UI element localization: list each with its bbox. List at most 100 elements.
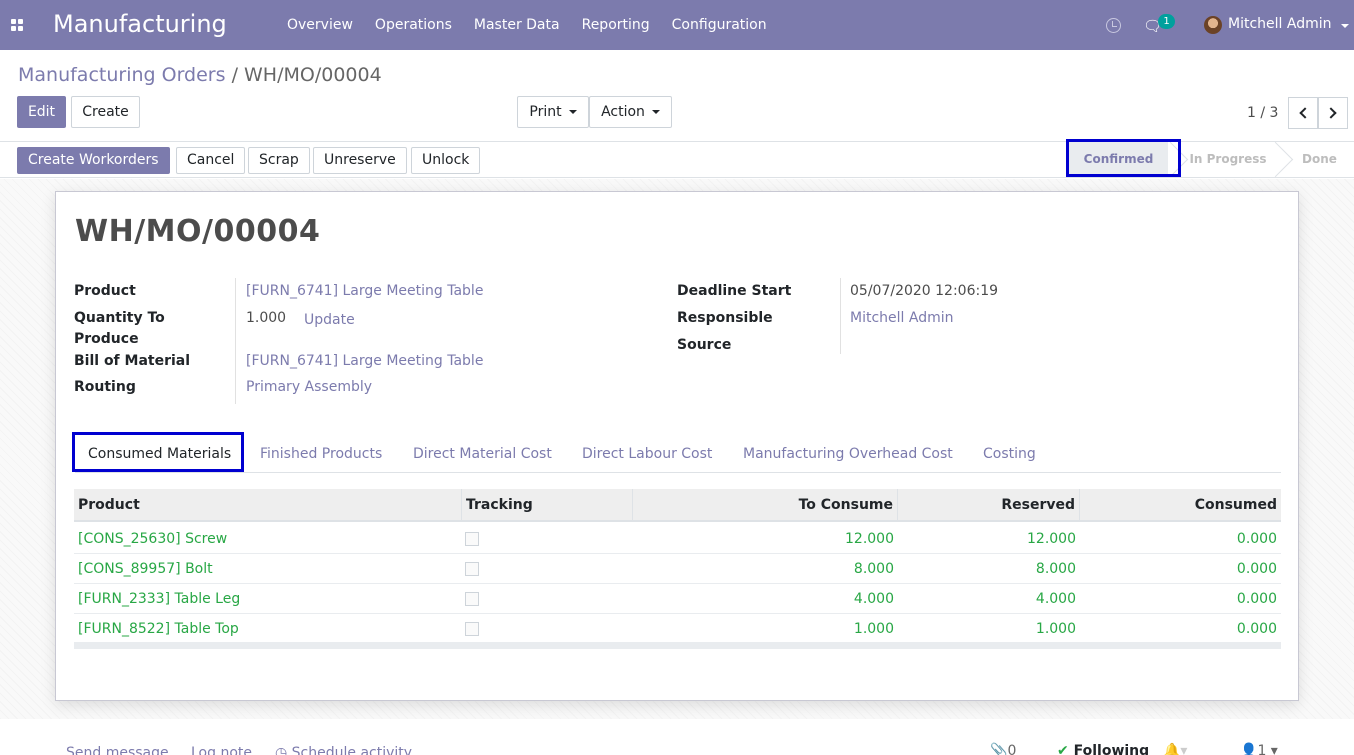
scrap-button[interactable]: Scrap bbox=[248, 147, 310, 174]
pager-previous-button[interactable] bbox=[1288, 97, 1318, 129]
responsible-field[interactable]: Mitchell Admin bbox=[850, 308, 954, 329]
table-row[interactable]: [CONS_25630] Screw 12.000 12.000 0.000 bbox=[74, 524, 1281, 554]
schedule-activity-label: Schedule activity bbox=[291, 745, 413, 755]
deadline-start-label: Deadline Start bbox=[677, 283, 792, 299]
table-row[interactable]: [FURN_8522] Table Top 1.000 1.000 0.000 bbox=[74, 614, 1281, 644]
product-label: Product bbox=[74, 283, 136, 299]
row-product[interactable]: [FURN_8522] Table Top bbox=[74, 614, 462, 644]
unlock-button[interactable]: Unlock bbox=[411, 147, 481, 174]
create-button[interactable]: Create bbox=[71, 96, 140, 128]
notifications-bell-icon[interactable]: 🔔▾ bbox=[1163, 743, 1187, 755]
row-consumed: 0.000 bbox=[1236, 531, 1277, 547]
row-consumed: 0.000 bbox=[1236, 621, 1277, 637]
stage-separator bbox=[1168, 142, 1182, 177]
breadcrumb: Manufacturing Orders / WH/MO/00004 bbox=[18, 64, 382, 86]
tab-consumed-materials[interactable]: Consumed Materials bbox=[88, 435, 231, 473]
unreserve-button[interactable]: Unreserve bbox=[313, 147, 407, 174]
stage-separator bbox=[1273, 142, 1287, 177]
routing-label: Routing bbox=[74, 379, 136, 395]
quantity-label-line1: Quantity To bbox=[74, 310, 165, 326]
row-product[interactable]: [CONS_89957] Bolt bbox=[74, 554, 462, 584]
field-divider bbox=[840, 278, 841, 354]
action-dropdown[interactable]: Action bbox=[589, 96, 672, 128]
log-note-button[interactable]: Log note bbox=[191, 745, 252, 755]
app-title[interactable]: Manufacturing bbox=[53, 10, 227, 38]
print-dropdown[interactable]: Print bbox=[517, 96, 589, 128]
breadcrumb-separator: / bbox=[231, 64, 238, 86]
deadline-start-value: 05/07/2020 12:06:19 bbox=[850, 283, 999, 299]
user-icon: 👤 bbox=[1240, 743, 1258, 755]
breadcrumb-manufacturing-orders[interactable]: Manufacturing Orders bbox=[18, 64, 226, 86]
user-menu-caret-icon[interactable] bbox=[1341, 24, 1349, 28]
menu-configuration[interactable]: Configuration bbox=[661, 0, 778, 50]
edit-button[interactable]: Edit bbox=[17, 96, 66, 128]
tracking-checkbox bbox=[465, 622, 479, 636]
column-header-product[interactable]: Product bbox=[74, 489, 462, 522]
activities-clock-icon[interactable] bbox=[1106, 18, 1121, 33]
cancel-button[interactable]: Cancel bbox=[176, 147, 246, 174]
attachments-button[interactable]: 📎0 bbox=[990, 743, 1016, 755]
routing-field[interactable]: Primary Assembly bbox=[246, 377, 372, 398]
pager-next-button[interactable] bbox=[1318, 97, 1348, 129]
row-to-consume: 4.000 bbox=[853, 591, 894, 607]
print-label: Print bbox=[529, 104, 562, 120]
row-reserved: 1.000 bbox=[1035, 621, 1076, 637]
quantity-label-line2: Produce bbox=[74, 331, 139, 347]
caret-down-icon bbox=[651, 110, 660, 114]
column-header-tracking[interactable]: Tracking bbox=[462, 489, 633, 522]
row-reserved: 4.000 bbox=[1035, 591, 1076, 607]
tab-costing[interactable]: Costing bbox=[983, 435, 1036, 473]
menu-reporting[interactable]: Reporting bbox=[571, 0, 661, 50]
bom-field[interactable]: [FURN_6741] Large Meeting Table bbox=[246, 351, 483, 372]
user-menu-name[interactable]: Mitchell Admin bbox=[1228, 16, 1332, 32]
menu-overview[interactable]: Overview bbox=[276, 0, 364, 50]
table-footer bbox=[74, 642, 1281, 649]
menu-operations[interactable]: Operations bbox=[364, 0, 463, 50]
menu-master-data[interactable]: Master Data bbox=[463, 0, 571, 50]
column-header-reserved[interactable]: Reserved bbox=[898, 489, 1080, 522]
apps-menu-icon[interactable] bbox=[11, 19, 24, 32]
pager-value[interactable]: 1 / 3 bbox=[1247, 105, 1278, 121]
paperclip-icon: 📎 bbox=[990, 743, 1008, 755]
tab-manufacturing-overhead-cost[interactable]: Manufacturing Overhead Cost bbox=[743, 435, 953, 473]
chevron-right-icon bbox=[1325, 107, 1337, 119]
form-sheet: WH/MO/00004 Product [FURN_6741] Large Me… bbox=[55, 191, 1299, 701]
create-workorders-button[interactable]: Create Workorders bbox=[17, 147, 170, 174]
tab-direct-material-cost[interactable]: Direct Material Cost bbox=[413, 435, 552, 473]
user-avatar[interactable] bbox=[1204, 16, 1222, 34]
source-label: Source bbox=[677, 337, 732, 353]
column-header-consumed[interactable]: Consumed bbox=[1080, 489, 1281, 522]
stage-done[interactable]: Done bbox=[1292, 142, 1347, 177]
row-product[interactable]: [CONS_25630] Screw bbox=[74, 524, 462, 554]
notebook-tabs: Consumed Materials Finished Products Dir… bbox=[75, 435, 1281, 473]
tab-finished-products[interactable]: Finished Products bbox=[260, 435, 382, 473]
page-title: WH/MO/00004 bbox=[75, 214, 321, 249]
followers-button[interactable]: 👤1 ▾ bbox=[1240, 743, 1278, 755]
table-row[interactable]: [FURN_2333] Table Leg 4.000 4.000 0.000 bbox=[74, 584, 1281, 614]
main-menu: Overview Operations Master Data Reportin… bbox=[276, 0, 778, 50]
row-to-consume: 8.000 bbox=[853, 561, 894, 577]
tracking-checkbox bbox=[465, 592, 479, 606]
caret-down-icon: ▾ bbox=[1266, 743, 1278, 755]
tracking-checkbox bbox=[465, 532, 479, 546]
responsible-label: Responsible bbox=[677, 310, 773, 326]
action-label: Action bbox=[601, 104, 645, 120]
product-field[interactable]: [FURN_6741] Large Meeting Table bbox=[246, 281, 483, 302]
following-button[interactable]: ✔ Following bbox=[1057, 743, 1149, 755]
tab-direct-labour-cost[interactable]: Direct Labour Cost bbox=[582, 435, 712, 473]
row-to-consume: 1.000 bbox=[853, 621, 894, 637]
attachments-count: 0 bbox=[1007, 743, 1017, 755]
row-product[interactable]: [FURN_2333] Table Leg bbox=[74, 584, 462, 614]
status-bar: Create Workorders Cancel Scrap Unreserve… bbox=[0, 141, 1354, 178]
row-reserved: 8.000 bbox=[1035, 561, 1076, 577]
row-reserved: 12.000 bbox=[1027, 531, 1076, 547]
check-icon: ✔ bbox=[1057, 743, 1074, 755]
column-header-to-consume[interactable]: To Consume bbox=[633, 489, 898, 522]
send-message-button[interactable]: Send message bbox=[66, 745, 169, 755]
row-consumed: 0.000 bbox=[1236, 591, 1277, 607]
update-quantity-button[interactable]: Update bbox=[304, 310, 355, 331]
table-row[interactable]: [CONS_89957] Bolt 8.000 8.000 0.000 bbox=[74, 554, 1281, 584]
schedule-activity-button[interactable]: ◷ Schedule activity bbox=[275, 745, 412, 755]
top-navbar: Manufacturing Overview Operations Master… bbox=[0, 0, 1354, 50]
chatter-bar: Send message Log note ◷ Schedule activit… bbox=[0, 719, 1354, 755]
